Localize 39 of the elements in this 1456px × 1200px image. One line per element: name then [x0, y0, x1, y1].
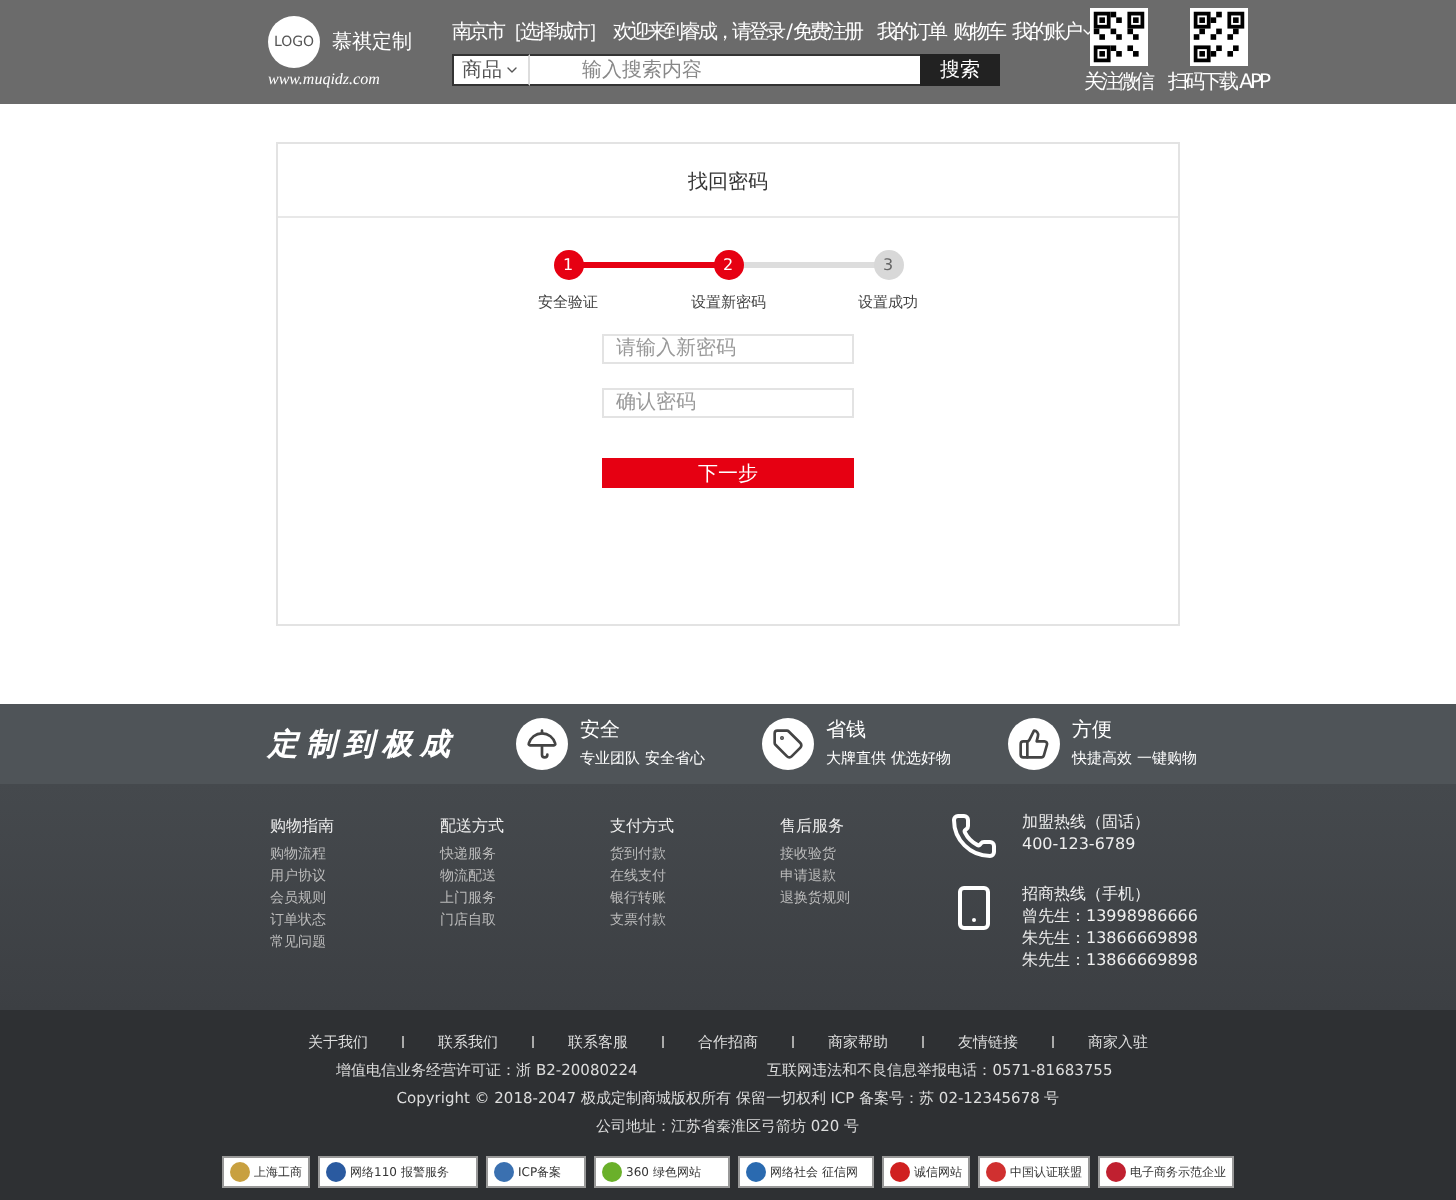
feature-title: 省钱	[826, 717, 868, 744]
welcome-text: 欢迎来到睿成，请登录 / 免费注册	[613, 19, 862, 46]
hotline-title: 加盟热线（固话）	[1022, 814, 1150, 832]
qr-code-icon	[1089, 8, 1147, 66]
phone-number: 400-123-6789	[1022, 836, 1138, 854]
tag-icon	[762, 718, 814, 770]
column-heading: 购物指南	[270, 816, 336, 838]
column-heading: 支付方式	[610, 815, 676, 838]
caret-icon	[504, 62, 520, 78]
step-number: 3	[873, 250, 903, 280]
feature-title: 安全	[580, 717, 622, 744]
phone-number: 朱先生：13866669898	[1022, 930, 1198, 948]
card-title: 找回密码	[278, 144, 1178, 218]
top-link[interactable]: 购物车	[953, 18, 1005, 46]
umbrella-icon	[516, 718, 568, 770]
brand-name: 慕祺定制	[332, 29, 412, 56]
thumb-icon	[1008, 718, 1060, 770]
phone-icon	[950, 812, 998, 860]
next-button[interactable]: 下一步	[602, 458, 854, 488]
password-field[interactable]: 请输入新密码	[602, 334, 854, 364]
city-selector[interactable]: 南京市［选择城市］	[452, 18, 605, 46]
step-number: 1	[553, 250, 583, 280]
step-number: 2	[713, 250, 743, 280]
qr-caption: 扫码下载 APP	[1168, 69, 1269, 96]
search-button[interactable]: 搜索	[920, 54, 1000, 86]
column-heading: 售后服务	[780, 816, 846, 838]
phone-number: 朱先生：13866669898	[1022, 952, 1198, 970]
slogan: 定制到极成	[268, 726, 460, 763]
category-dropdown[interactable]: 商品	[452, 54, 530, 86]
search-field[interactable]: 输入搜索内容	[530, 54, 920, 86]
qr-code-icon	[1189, 8, 1248, 66]
feature-title: 方便	[1072, 717, 1114, 744]
password-field[interactable]: 确认密码	[602, 388, 854, 418]
column-heading: 配送方式	[440, 815, 506, 838]
top-link[interactable]: 我的订单	[877, 18, 946, 46]
hotline-title: 招商热线（手机）	[1022, 886, 1152, 904]
site-url: www.muqidz.com	[268, 70, 380, 88]
phone-number: 曾先生：13998986666	[1022, 908, 1198, 926]
qr-caption: 关注微信	[1084, 69, 1152, 96]
